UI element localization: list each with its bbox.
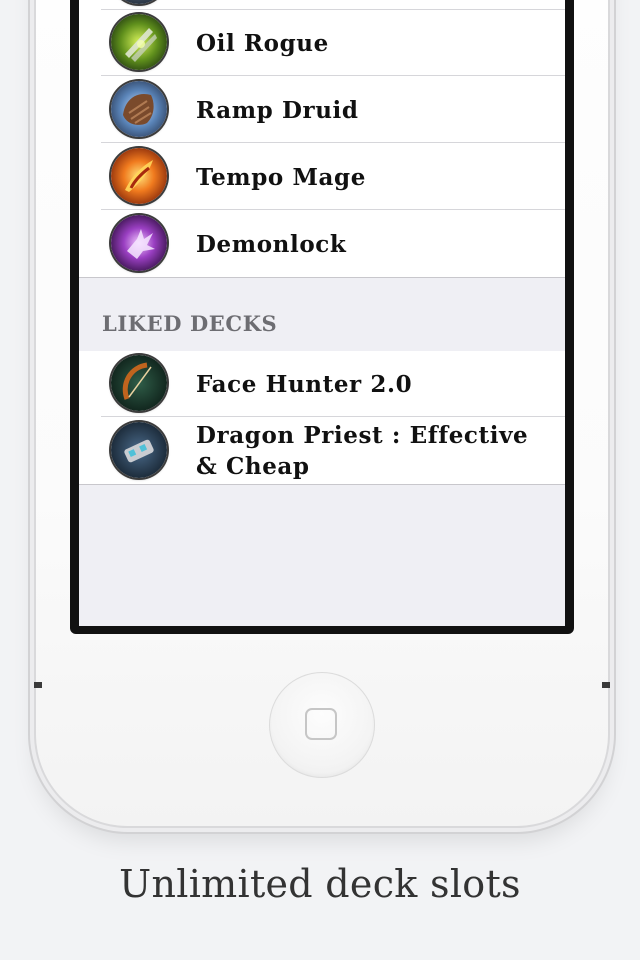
list-item[interactable]: Dragon Priest : Effective & Cheap — [79, 418, 565, 484]
deck-class-icon — [111, 0, 167, 4]
list-item[interactable]: Ramp Druid — [79, 77, 565, 143]
home-square-icon — [305, 708, 337, 740]
deck-name: Tempo Mage — [196, 163, 366, 191]
deck-name: Ramp Druid — [196, 96, 359, 124]
list-item[interactable]: Face Hunter 2.0 — [79, 351, 565, 417]
tempo-mage-icon — [111, 148, 167, 204]
app-screen: Oil Rogue Ramp Druid Tempo Mage Demonloc… — [79, 0, 565, 626]
list-item[interactable]: Tempo Mage — [79, 144, 565, 210]
dragon-priest-icon — [111, 422, 167, 478]
list-item[interactable]: Demonlock — [79, 211, 565, 277]
list-item[interactable] — [79, 0, 565, 10]
deck-name: Dragon Priest : Effective & Cheap — [196, 422, 529, 480]
home-button[interactable] — [269, 672, 375, 778]
face-hunter-icon — [111, 355, 167, 411]
demonlock-icon — [111, 215, 167, 271]
oil-rogue-icon — [111, 14, 167, 70]
ramp-druid-icon — [111, 81, 167, 137]
deck-list: Oil Rogue Ramp Druid Tempo Mage Demonloc… — [79, 0, 565, 278]
liked-decks-header: LIKED DECKS — [102, 311, 278, 336]
antenna-band-right — [602, 682, 610, 688]
antenna-band-left — [34, 682, 42, 688]
caption: Unlimited deck slots — [119, 862, 521, 906]
list-item[interactable]: Oil Rogue — [79, 10, 565, 76]
deck-name: Face Hunter 2.0 — [196, 370, 413, 398]
deck-name: Demonlock — [196, 230, 347, 258]
liked-decks-list: Face Hunter 2.0 Dragon Priest: Effectiv… — [79, 351, 565, 485]
deck-name: Oil Rogue — [196, 29, 329, 57]
